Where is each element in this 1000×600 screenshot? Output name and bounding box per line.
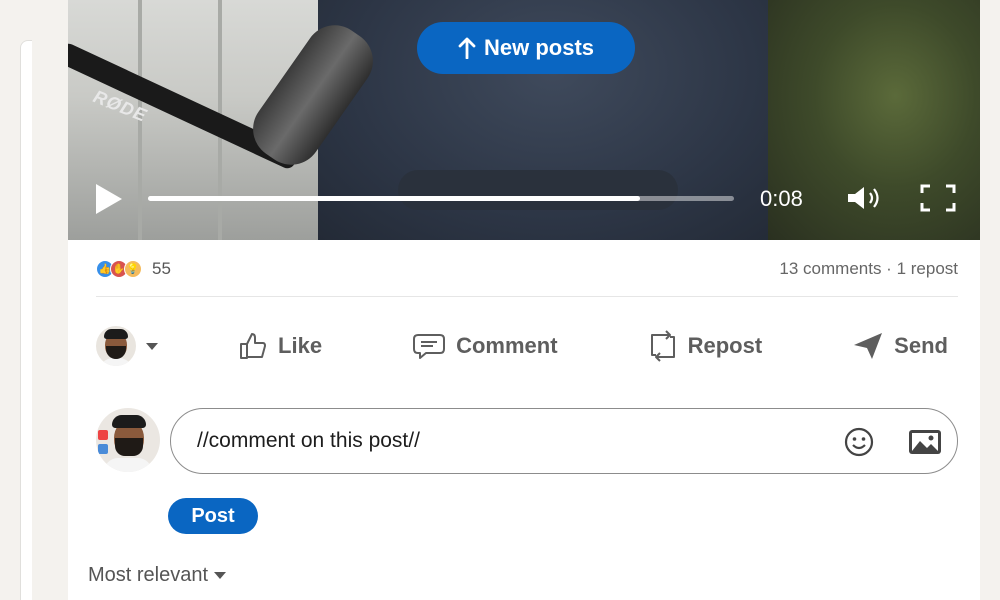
like-label: Like [278,333,323,358]
post-card: RØDE New posts 0:08 👍 ✋ 💡 55 13 comments… [68,0,980,600]
left-card-edge [20,40,32,600]
repost-button[interactable]: Repost [638,323,773,369]
comment-input[interactable] [197,429,797,453]
up-arrow-icon [458,37,476,59]
emoji-icon[interactable] [843,426,875,458]
sort-label: Most relevant [88,564,209,586]
video-progress-fill [148,196,641,201]
video-controls: 0:08 [68,172,980,222]
like-icon [240,333,267,359]
play-icon[interactable] [96,184,122,214]
send-label: Send [894,333,948,358]
video-player[interactable]: RØDE New posts 0:08 [68,0,980,240]
comment-sort-dropdown[interactable]: Most relevant [88,564,227,587]
divider [96,296,958,297]
comment-icon [413,334,446,359]
reactions-summary[interactable]: 👍 ✋ 💡 55 [96,259,171,279]
image-icon[interactable] [907,428,943,456]
new-posts-label: New posts [483,35,595,60]
repost-icon [650,330,675,362]
chevron-down-icon [146,342,158,350]
comment-field[interactable] [170,408,958,474]
avatar [96,326,136,366]
chevron-down-icon [214,572,227,579]
post-comment-button[interactable]: Post [168,498,258,534]
send-icon [854,333,883,359]
volume-icon[interactable] [846,184,886,212]
repost-label: Repost [687,333,763,358]
action-bar: Like Comment Repost Send [96,320,958,372]
social-counts: 👍 ✋ 💡 55 13 comments · 1 repost [96,252,958,286]
comments-reposts-count[interactable]: 13 comments · 1 repost [779,259,958,279]
reaction-identity-switcher[interactable] [96,326,158,366]
comment-button[interactable]: Comment [402,325,567,367]
avatar[interactable] [96,408,160,472]
reaction-count[interactable]: 55 [152,259,171,279]
insight-reaction-icon: 💡 [124,260,142,278]
reaction-icons: 👍 ✋ 💡 [96,260,142,278]
fullscreen-icon[interactable] [920,184,956,212]
send-button[interactable]: Send [842,325,958,367]
video-time: 0:08 [760,186,803,211]
video-scrubber[interactable] [148,196,734,201]
like-button[interactable]: Like [228,325,332,367]
new-posts-button[interactable]: New posts [417,22,635,74]
comment-label: Comment [456,333,558,358]
